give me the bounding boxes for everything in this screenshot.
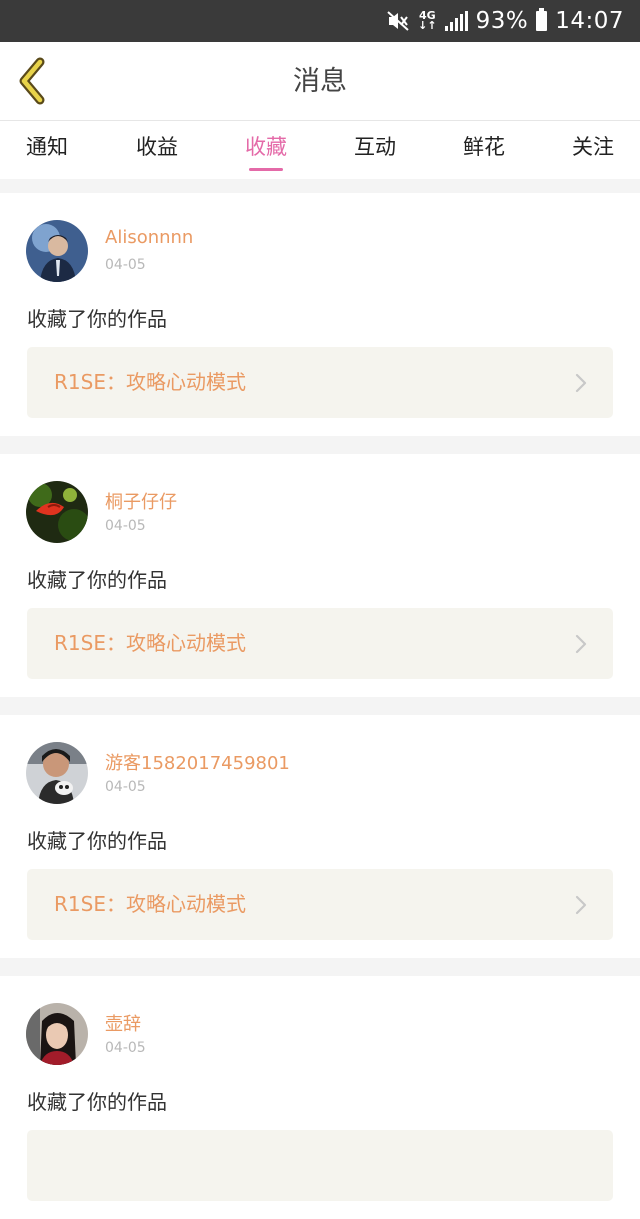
message-card: 桐子仔仔 04-05 收藏了你的作品 R1SE：攻略心动模式: [0, 454, 640, 697]
battery-icon: [536, 8, 548, 31]
tab-favorites[interactable]: 收藏: [245, 121, 287, 179]
username[interactable]: 桐子仔仔: [105, 488, 177, 514]
tab-label: 收藏: [245, 135, 287, 159]
chevron-right-icon: [575, 634, 587, 654]
work-link[interactable]: [27, 1130, 613, 1201]
tab-label: 鲜花: [463, 135, 505, 159]
back-button[interactable]: [14, 56, 54, 106]
work-link[interactable]: R1SE：攻略心动模式: [27, 869, 613, 940]
tab-label: 关注: [572, 135, 614, 159]
tab-label: 互动: [354, 135, 396, 159]
tab-label: 通知: [26, 135, 68, 159]
work-link[interactable]: R1SE：攻略心动模式: [27, 608, 613, 679]
chevron-right-icon: [575, 373, 587, 393]
work-title: R1SE：攻略心动模式: [54, 370, 246, 394]
work-title: R1SE：攻略心动模式: [54, 892, 246, 916]
message-text: 收藏了你的作品: [27, 568, 167, 592]
message-text: 收藏了你的作品: [27, 1090, 167, 1114]
battery-percent: 93%: [475, 8, 529, 34]
message-card: 壶辞 04-05 收藏了你的作品: [0, 976, 640, 1219]
work-title: R1SE：攻略心动模式: [54, 631, 246, 655]
avatar[interactable]: [26, 481, 88, 543]
status-icons: 4G ↓↑ 93% 14:07: [386, 0, 624, 42]
message-text: 收藏了你的作品: [27, 829, 167, 853]
clock: 14:07: [555, 8, 624, 34]
back-arrow-icon: [19, 57, 45, 105]
tab-label: 收益: [136, 135, 178, 159]
page-title: 消息: [293, 66, 347, 97]
message-date: 04-05: [105, 779, 146, 795]
avatar[interactable]: [26, 220, 88, 282]
avatar[interactable]: [26, 742, 88, 804]
mute-icon: [387, 11, 409, 31]
tab-earnings[interactable]: 收益: [136, 121, 178, 179]
username[interactable]: Alisonnnn: [105, 227, 193, 248]
message-date: 04-05: [105, 1040, 146, 1056]
tab-flowers[interactable]: 鲜花: [463, 121, 505, 179]
message-card: 游客1582017459801 04-05 收藏了你的作品 R1SE：攻略心动模…: [0, 715, 640, 958]
status-bar: 4G ↓↑ 93% 14:07: [0, 0, 640, 42]
tab-interactions[interactable]: 互动: [354, 121, 396, 179]
username[interactable]: 壶辞: [105, 1010, 141, 1036]
username[interactable]: 游客1582017459801: [105, 749, 290, 775]
tab-bar: 通知 收益 收藏 互动 鲜花 关注: [0, 121, 640, 179]
work-link[interactable]: R1SE：攻略心动模式: [27, 347, 613, 418]
active-tab-indicator: [249, 168, 283, 171]
signal-icon: [444, 11, 468, 31]
tab-following[interactable]: 关注: [572, 121, 614, 179]
message-date: 04-05: [105, 257, 146, 273]
message-date: 04-05: [105, 518, 146, 534]
app-header: 消息: [0, 42, 640, 121]
message-text: 收藏了你的作品: [27, 307, 167, 331]
tab-notifications[interactable]: 通知: [26, 121, 68, 179]
message-card: Alisonnnn 04-05 收藏了你的作品 R1SE：攻略心动模式: [0, 193, 640, 436]
chevron-right-icon: [575, 895, 587, 915]
network-icon: 4G ↓↑: [418, 9, 437, 32]
avatar[interactable]: [26, 1003, 88, 1065]
